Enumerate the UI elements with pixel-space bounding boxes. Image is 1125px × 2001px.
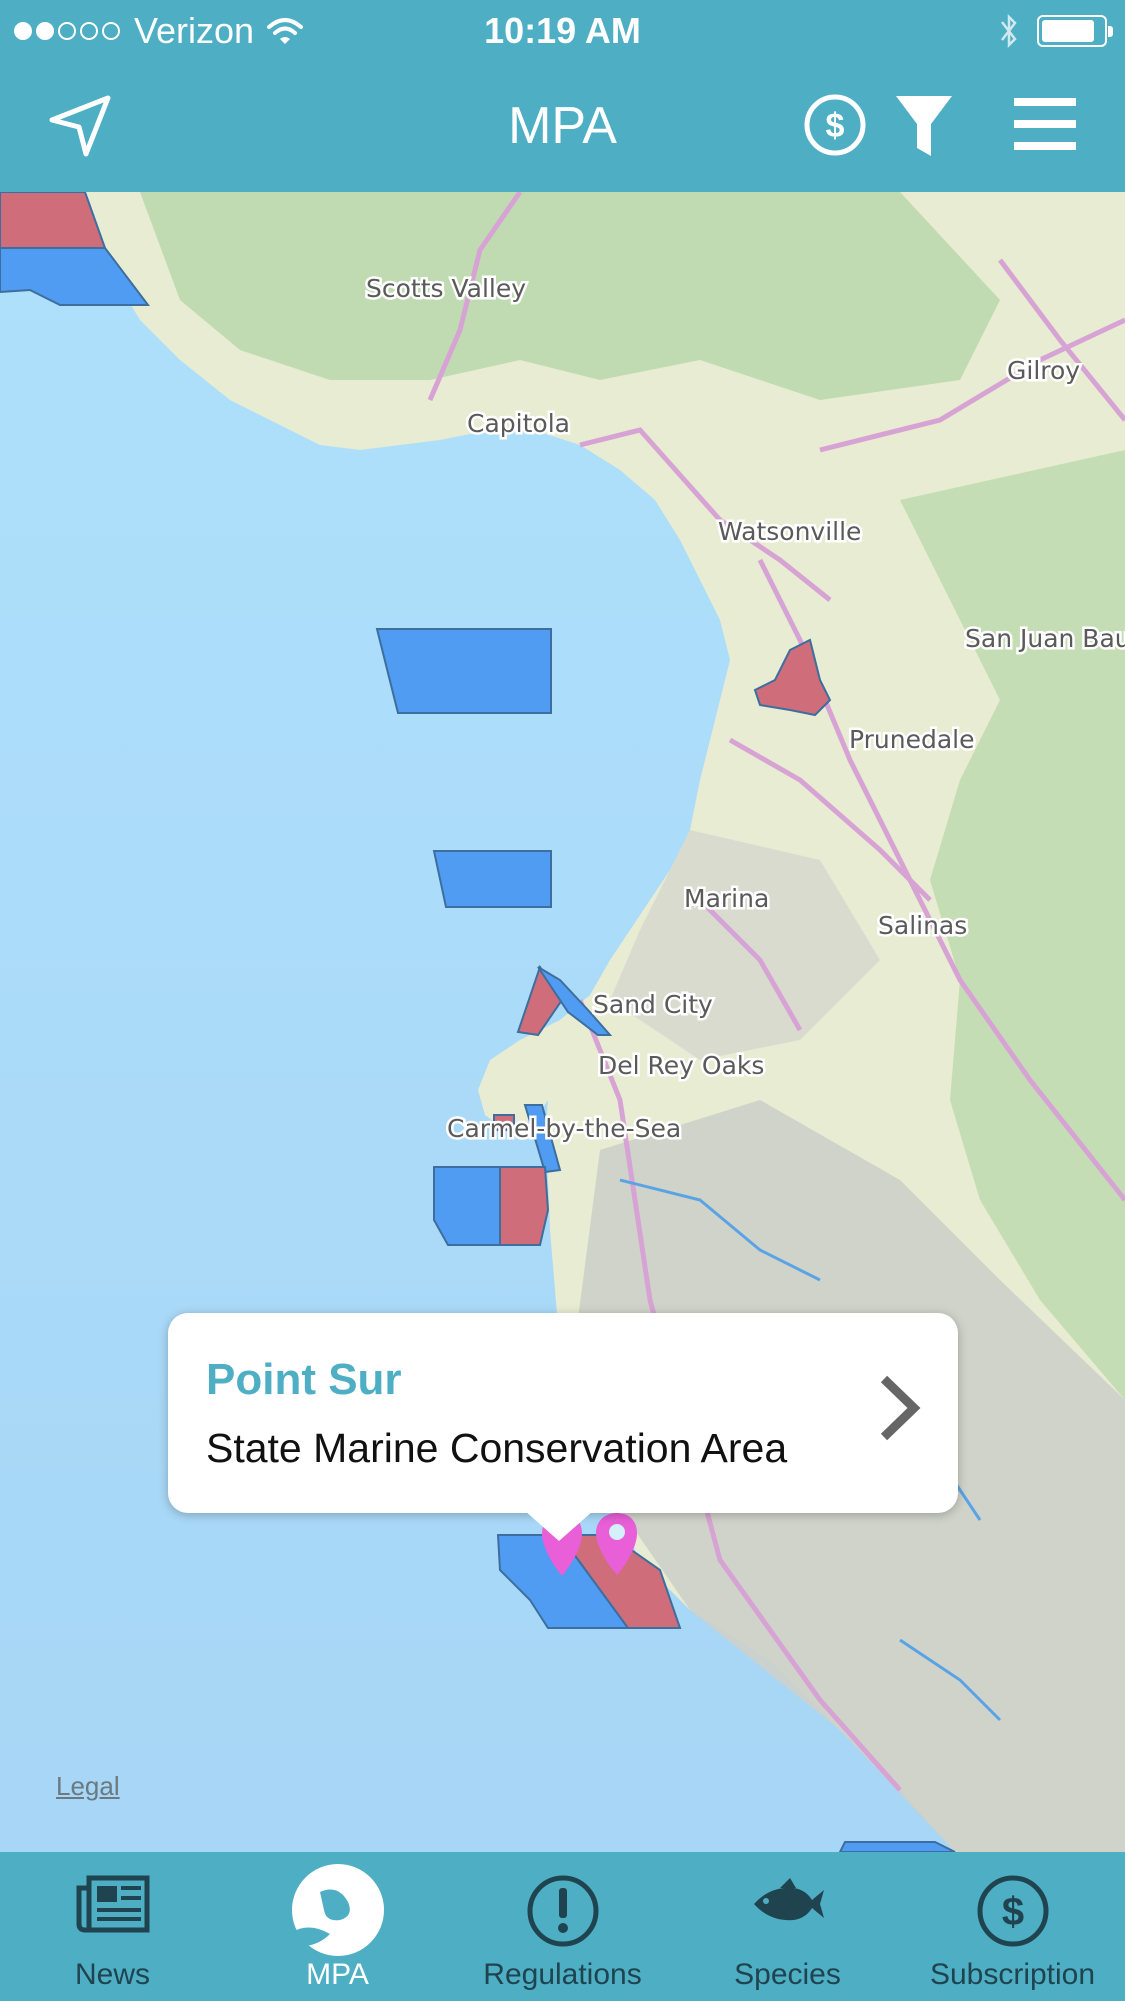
place-label: Salinas (878, 911, 967, 940)
dollar-circle-icon: $ (977, 1875, 1048, 1947)
place-label: Scotts Valley (366, 274, 526, 303)
place-label: Capitola (467, 409, 570, 438)
map-canvas[interactable]: Scotts Valley Capitola Gilroy Watsonvill… (0, 192, 1125, 1852)
status-time: 10:19 AM (484, 10, 641, 51)
tab-label: MPA (306, 1958, 369, 1991)
place-label: Prunedale (849, 725, 975, 754)
tab-subscription[interactable]: $ Subscription (900, 1852, 1125, 2001)
place-label: Watsonville (718, 517, 861, 546)
fish-icon (753, 1878, 824, 1921)
status-bar: Verizon 10:19 AM (0, 0, 1125, 62)
tab-label: Species (734, 1958, 841, 1991)
battery-icon (1037, 15, 1113, 47)
newspaper-icon (76, 1875, 149, 1933)
legal-link[interactable]: Legal (56, 1771, 120, 1802)
place-label: Del Rey Oaks (598, 1051, 764, 1080)
place-label: Gilroy (1007, 356, 1080, 385)
chevron-right-icon[interactable] (878, 1373, 922, 1443)
place-label: Carmel-by-the-Sea (447, 1114, 681, 1143)
svg-text:$: $ (1001, 1890, 1023, 1934)
hamburger-menu-icon[interactable] (1012, 96, 1078, 152)
tab-label: News (74, 1958, 150, 1991)
tab-label: Regulations (483, 1958, 642, 1991)
nav-bar: MPA $ (0, 62, 1125, 192)
mpa-zone-carmel-bay-red[interactable] (499, 1166, 550, 1246)
tab-label: Subscription (929, 1958, 1096, 1991)
mpa-zone-portuguese-ledge[interactable] (432, 850, 552, 908)
callout-subtitle: State Marine Conservation Area (206, 1425, 788, 1471)
tab-mpa[interactable]: MPA (225, 1852, 450, 2001)
mpa-callout[interactable]: Point Sur State Marine Conservation Area (168, 1313, 958, 1513)
nav-title: MPA (508, 97, 617, 155)
place-label: San Juan Bau (965, 624, 1125, 653)
tab-news[interactable]: News (0, 1852, 225, 2001)
tab-species[interactable]: Species (675, 1852, 900, 2001)
callout-arrow (525, 1511, 593, 1541)
tab-bar: News MPA Regulations Species $ Subscript… (0, 1852, 1125, 2001)
mpa-logo-icon (291, 1864, 384, 1956)
exclamation-circle-icon (527, 1875, 598, 1947)
tab-regulations[interactable]: Regulations (450, 1852, 675, 2001)
dollar-circle-icon[interactable]: $ (802, 92, 868, 158)
mpa-zone-carmel-bay-blue[interactable] (433, 1166, 501, 1246)
mpa-zone-soquel-canyon[interactable] (375, 628, 552, 714)
map-view[interactable]: Scotts Valley Capitola Gilroy Watsonvill… (0, 192, 1125, 1852)
svg-text:$: $ (826, 107, 845, 145)
filter-icon[interactable] (894, 94, 954, 158)
place-label: Sand City (593, 990, 713, 1019)
mpa-zone-south-edge[interactable] (838, 1841, 956, 1852)
bluetooth-icon (1001, 13, 1017, 49)
callout-title: Point Sur (206, 1355, 402, 1404)
place-label: Marina (684, 884, 769, 913)
